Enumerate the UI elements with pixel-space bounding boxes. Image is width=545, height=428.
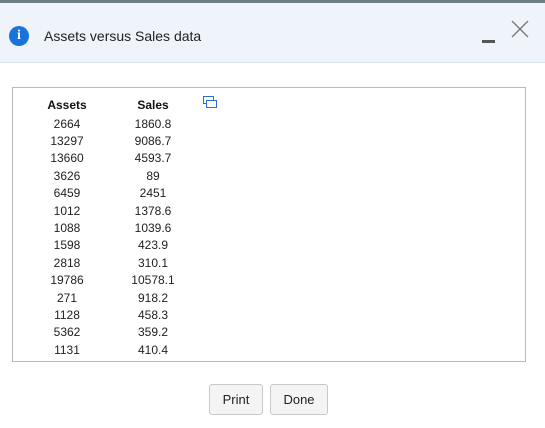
cell-sales: 10578.1 (131, 273, 175, 288)
cell-sales: 1378.6 (134, 203, 172, 218)
table-row: 271 918.2 (33, 289, 205, 306)
dialog-title: Assets versus Sales data (44, 28, 202, 44)
table-row: 13297 9086.7 (33, 132, 205, 149)
cell-assets: 1012 (53, 203, 81, 218)
cell-assets: 1598 (53, 238, 81, 253)
data-table-panel: Assets Sales 2664 1860.8 13297 9086.7 1366… (12, 87, 526, 362)
data-table: Assets Sales 2664 1860.8 13297 9086.7 1366… (33, 95, 205, 358)
cell-assets: 19786 (50, 273, 84, 288)
column-header-assets: Assets (47, 98, 87, 112)
table-row: 5362 359.2 (33, 324, 205, 341)
cell-sales: 1860.8 (134, 116, 172, 131)
cell-sales: 310.1 (137, 255, 169, 270)
table-row: 2664 1860.8 (33, 115, 205, 132)
cell-assets: 3626 (53, 168, 81, 183)
cell-sales: 423.9 (137, 238, 169, 253)
done-button[interactable]: Done (270, 384, 328, 415)
close-icon[interactable] (509, 18, 531, 40)
cell-assets: 2818 (53, 255, 81, 270)
table-row: 1012 1378.6 (33, 202, 205, 219)
dialog-header: i Assets versus Sales data (0, 3, 545, 63)
cell-sales: 2451 (139, 186, 167, 201)
cell-sales: 359.2 (137, 325, 169, 340)
table-row: 2818 310.1 (33, 254, 205, 271)
cell-sales: 89 (146, 168, 160, 183)
cell-assets: 271 (56, 290, 78, 305)
table-row: 1131 410.4 (33, 341, 205, 358)
cell-sales: 410.4 (137, 342, 169, 357)
table-row: 3626 89 (33, 167, 205, 184)
cell-sales: 4593.7 (134, 151, 172, 166)
table-row: 6459 2451 (33, 185, 205, 202)
cell-sales: 9086.7 (134, 134, 172, 149)
cell-assets: 6459 (53, 186, 81, 201)
popout-icon[interactable] (203, 96, 217, 108)
table-row: 1598 423.9 (33, 237, 205, 254)
cell-sales: 1039.6 (134, 221, 172, 236)
cell-assets: 13297 (50, 134, 84, 149)
cell-assets: 1128 (54, 307, 80, 322)
cell-assets: 13660 (50, 151, 84, 166)
minimize-icon[interactable] (482, 40, 495, 43)
table-header-row: Assets Sales (33, 95, 205, 115)
cell-assets: 5362 (53, 325, 81, 340)
cell-sales: 458.3 (137, 307, 169, 322)
cell-assets: 1088 (53, 221, 81, 236)
cell-assets: 2664 (53, 116, 81, 131)
table-row: 19786 10578.1 (33, 272, 205, 289)
cell-assets: 1131 (54, 342, 80, 357)
table-row: 1128 458.3 (33, 306, 205, 323)
table-row: 13660 4593.7 (33, 150, 205, 167)
table-row: 1088 1039.6 (33, 219, 205, 236)
print-button[interactable]: Print (209, 384, 263, 415)
column-header-sales: Sales (137, 98, 169, 112)
info-icon: i (9, 26, 29, 46)
cell-sales: 918.2 (137, 290, 169, 305)
